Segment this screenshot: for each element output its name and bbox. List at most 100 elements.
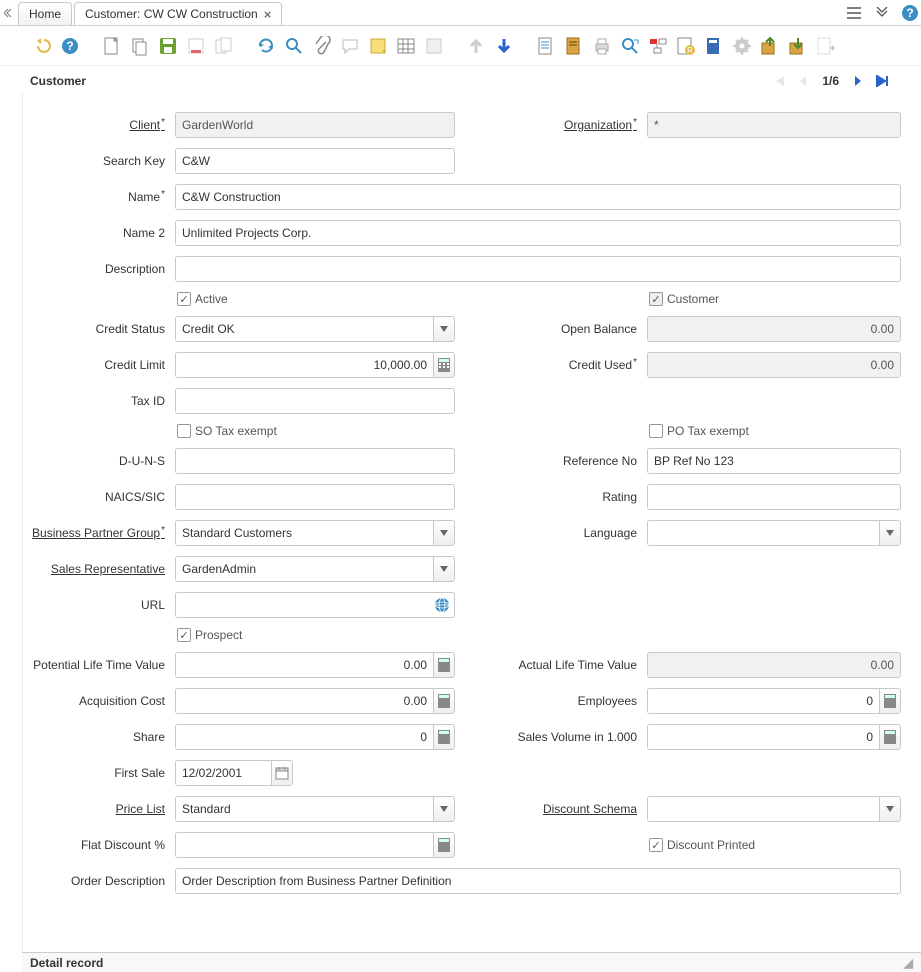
client-label[interactable]: Client: [29, 118, 169, 132]
discount-schema-label[interactable]: Discount Schema: [461, 802, 641, 816]
grid-toggle-icon[interactable]: [394, 34, 418, 58]
naics-input[interactable]: [175, 484, 455, 510]
search-key-label: Search Key: [29, 154, 169, 168]
dropdown-icon[interactable]: [433, 316, 455, 342]
tax-id-input[interactable]: [175, 388, 455, 414]
description-input[interactable]: [175, 256, 901, 282]
csv-import-icon[interactable]: [814, 34, 838, 58]
name2-input[interactable]: Unlimited Projects Corp.: [175, 220, 901, 246]
language-select[interactable]: [647, 520, 901, 546]
export-icon[interactable]: [758, 34, 782, 58]
copy-icon[interactable]: [128, 34, 152, 58]
refresh-icon[interactable]: [254, 34, 278, 58]
potential-ltv-input[interactable]: 0.00: [175, 652, 455, 678]
open-balance-field: 0.00: [647, 316, 901, 342]
product-info-icon[interactable]: [702, 34, 726, 58]
bp-group-label[interactable]: Business Partner Group: [29, 526, 169, 540]
customize-icon[interactable]: [422, 34, 446, 58]
so-tax-exempt-checkbox[interactable]: [177, 424, 191, 438]
bp-group-select[interactable]: Standard Customers: [175, 520, 455, 546]
po-tax-exempt-checkbox[interactable]: [649, 424, 663, 438]
dropdown-icon[interactable]: [433, 556, 455, 582]
chat-icon[interactable]: [338, 34, 362, 58]
collapse-icon[interactable]: [873, 4, 891, 22]
detail-record-icon[interactable]: [492, 34, 516, 58]
dropdown-icon[interactable]: [433, 796, 455, 822]
undo-icon[interactable]: [30, 34, 54, 58]
calculator-icon[interactable]: [879, 724, 901, 750]
prospect-checkbox[interactable]: [177, 628, 191, 642]
help-toolbar-icon[interactable]: ?: [58, 34, 82, 58]
credit-status-select[interactable]: Credit OK: [175, 316, 455, 342]
active-checkbox[interactable]: [177, 292, 191, 306]
calculator-icon[interactable]: [433, 832, 455, 858]
active-workflow-icon[interactable]: [646, 34, 670, 58]
globe-icon[interactable]: [434, 597, 450, 613]
rating-input[interactable]: [647, 484, 901, 510]
calculator-icon[interactable]: [879, 688, 901, 714]
url-input[interactable]: [175, 592, 455, 618]
reference-no-input[interactable]: BP Ref No 123: [647, 448, 901, 474]
calculator-icon[interactable]: [433, 724, 455, 750]
order-desc-input[interactable]: Order Description from Business Partner …: [175, 868, 901, 894]
dropdown-icon[interactable]: [433, 520, 455, 546]
name-input[interactable]: C&W Construction: [175, 184, 901, 210]
tab-customer[interactable]: Customer: CW CW Construction ×: [74, 2, 282, 25]
actual-ltv-field: 0.00: [647, 652, 901, 678]
sales-rep-select[interactable]: GardenAdmin: [175, 556, 455, 582]
sales-rep-label[interactable]: Sales Representative: [29, 562, 169, 576]
share-label: Share: [29, 730, 169, 744]
report-icon[interactable]: [534, 34, 558, 58]
find-icon[interactable]: [282, 34, 306, 58]
client-field: GardenWorld: [175, 112, 455, 138]
dropdown-icon[interactable]: [879, 796, 901, 822]
expand-tabs-icon[interactable]: [0, 0, 18, 25]
credit-limit-input[interactable]: 10,000.00: [175, 352, 455, 378]
parent-record-icon[interactable]: [464, 34, 488, 58]
calculator-icon[interactable]: [433, 352, 455, 378]
delete-icon[interactable]: [184, 34, 208, 58]
new-icon[interactable]: [100, 34, 124, 58]
dropdown-icon[interactable]: [879, 520, 901, 546]
archive-icon[interactable]: [562, 34, 586, 58]
tab-bar: Home Customer: CW CW Construction × ?: [0, 0, 921, 26]
menu-icon[interactable]: [845, 4, 863, 22]
reference-no-label: Reference No: [461, 454, 641, 468]
calculator-icon[interactable]: [433, 688, 455, 714]
help-icon[interactable]: ?: [901, 4, 919, 22]
employees-input[interactable]: 0: [647, 688, 901, 714]
flat-discount-label: Flat Discount %: [29, 838, 169, 852]
discount-schema-select[interactable]: [647, 796, 901, 822]
duns-input[interactable]: [175, 448, 455, 474]
first-sale-input[interactable]: 12/02/2001: [175, 760, 293, 786]
section-header: Customer 1/6: [0, 66, 921, 94]
discount-printed-checkbox[interactable]: [649, 838, 663, 852]
last-record-icon[interactable]: [873, 72, 891, 90]
process-icon[interactable]: [730, 34, 754, 58]
note-icon[interactable]: [366, 34, 390, 58]
record-nav: 1/6: [770, 72, 891, 90]
save-icon[interactable]: [156, 34, 180, 58]
delete-selection-icon[interactable]: [212, 34, 236, 58]
calculator-icon[interactable]: [433, 652, 455, 678]
close-tab-icon[interactable]: ×: [264, 7, 272, 22]
import-icon[interactable]: [786, 34, 810, 58]
tab-customer-label: Customer: CW CW Construction: [85, 7, 258, 21]
acq-cost-input[interactable]: 0.00: [175, 688, 455, 714]
organization-label[interactable]: Organization: [461, 118, 641, 132]
price-list-label[interactable]: Price List: [29, 802, 169, 816]
attachment-icon[interactable]: [310, 34, 334, 58]
search-key-input[interactable]: C&W: [175, 148, 455, 174]
share-input[interactable]: 0: [175, 724, 455, 750]
next-record-icon[interactable]: [849, 72, 867, 90]
print-icon[interactable]: [590, 34, 614, 58]
flat-discount-input[interactable]: [175, 832, 455, 858]
tab-home[interactable]: Home: [18, 2, 72, 25]
zoom-across-icon[interactable]: [618, 34, 642, 58]
price-list-select[interactable]: Standard: [175, 796, 455, 822]
resize-grip-icon[interactable]: ◢: [904, 956, 913, 970]
calendar-icon[interactable]: [271, 760, 293, 786]
request-icon[interactable]: R: [674, 34, 698, 58]
svg-text:?: ?: [66, 39, 73, 53]
sales-volume-input[interactable]: 0: [647, 724, 901, 750]
